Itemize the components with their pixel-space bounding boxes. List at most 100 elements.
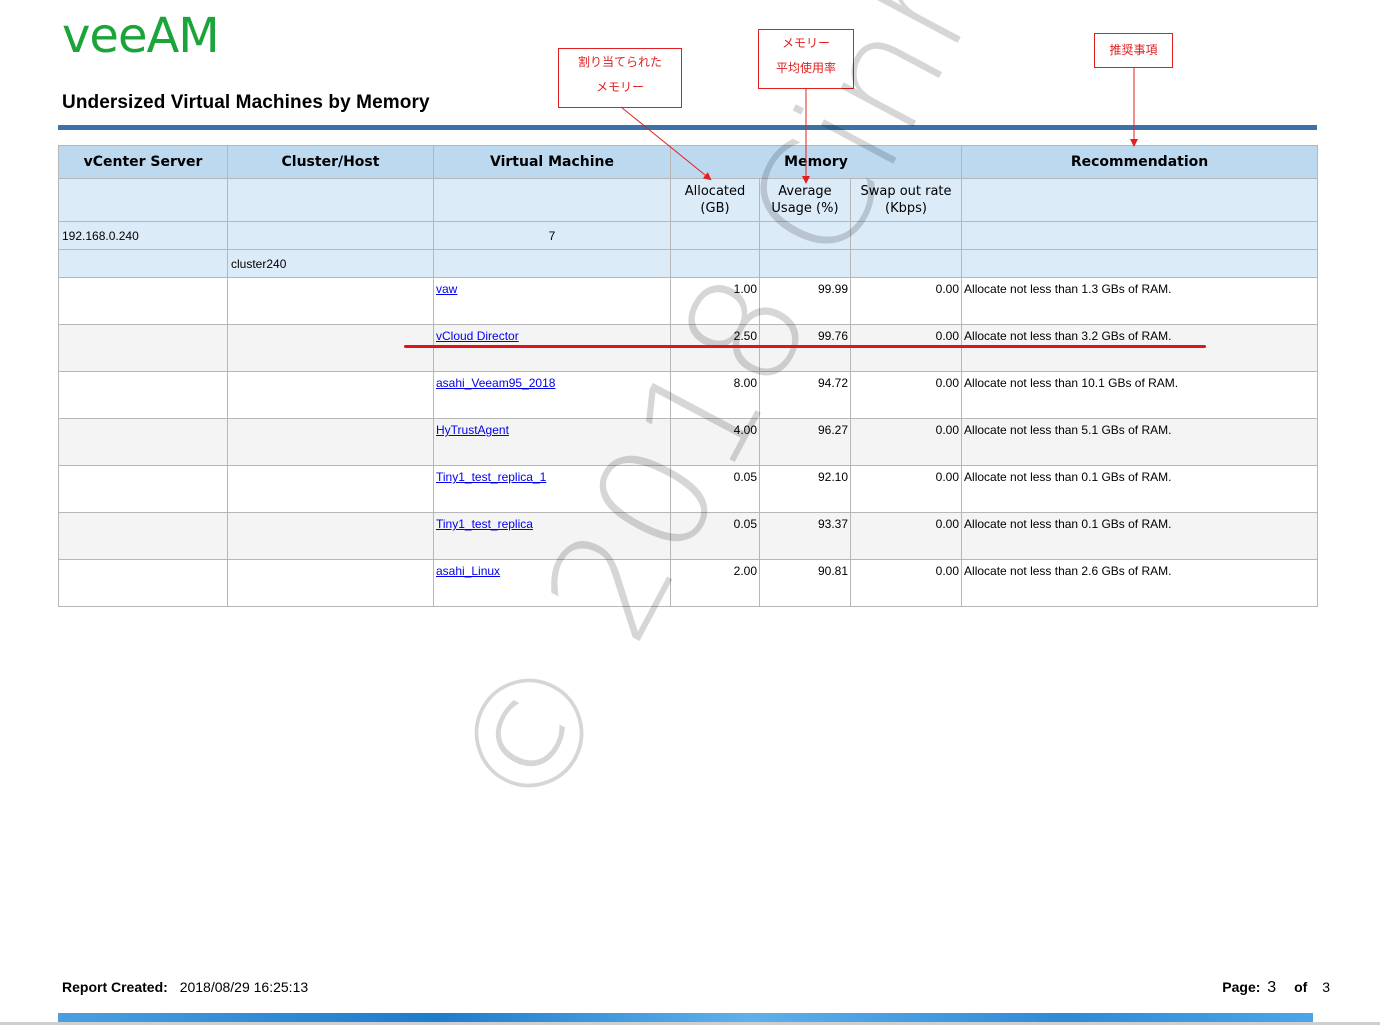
vcenter-group-row: 192.168.0.240 7	[58, 221, 1319, 250]
subheader-usage-line1: Average	[778, 184, 832, 199]
vm-link[interactable]: HyTrustAgent	[436, 423, 509, 437]
callout-allocated: 割り当てられた メモリー	[558, 48, 682, 108]
subheader-allocated: Allocated (GB)	[670, 178, 760, 222]
average-usage: 93.37	[759, 512, 851, 560]
subheader-empty	[58, 178, 228, 222]
average-usage: 92.10	[759, 465, 851, 513]
recommendation: Allocate not less than 10.1 GBs of RAM.	[961, 371, 1319, 419]
empty-cell	[227, 221, 434, 250]
empty-cell	[227, 324, 434, 372]
table-row: vCloud Director 2.50 99.76 0.00 Allocate not…	[58, 324, 1319, 372]
header-cluster-host: Cluster/Host	[227, 145, 434, 179]
allocated-gb: 8.00	[670, 371, 760, 419]
table-header-row: vCenter Server Cluster/Host Virtual Mach…	[58, 145, 1319, 179]
page-current: 3	[1267, 979, 1277, 996]
swap-out-rate: 0.00	[849, 324, 963, 372]
subheader-empty	[961, 178, 1319, 222]
header-recommendation: Recommendation	[961, 145, 1319, 179]
report-created-value: 2018/08/29 16:25:13	[179, 979, 309, 995]
recommendation: Allocate not less than 0.1 GBs of RAM.	[961, 512, 1319, 560]
callout-recommendation: 推奨事項	[1094, 33, 1173, 68]
callout-allocated-line2: メモリー	[595, 80, 644, 94]
average-usage: 90.81	[759, 559, 851, 607]
subheader-allocated-line1: Allocated	[684, 184, 746, 199]
recommendation: Allocate not less than 3.2 GBs of RAM.	[961, 324, 1319, 372]
allocated-gb: 0.05	[670, 465, 760, 513]
swap-out-rate: 0.00	[849, 512, 963, 560]
empty-cell	[961, 221, 1319, 250]
highlight-underline	[404, 345, 1206, 348]
average-usage: 99.76	[759, 324, 851, 372]
empty-cell	[58, 512, 228, 560]
average-usage: 94.72	[759, 371, 851, 419]
empty-cell	[670, 221, 760, 250]
subheader-allocated-line2: (GB)	[700, 201, 730, 216]
empty-cell	[58, 249, 228, 278]
empty-cell	[961, 249, 1319, 278]
callout-allocated-line1: 割り当てられた	[577, 55, 662, 69]
header-vcenter-server: vCenter Server	[58, 145, 228, 179]
vm-name-cell: Tiny1_test_replica_1	[433, 465, 671, 513]
swap-out-rate: 0.00	[849, 418, 963, 466]
table-subheader-row: Allocated (GB) Average Usage (%) Swap ou…	[58, 178, 1319, 222]
empty-cell	[849, 249, 963, 278]
swap-out-rate: 0.00	[849, 277, 963, 325]
empty-cell	[759, 249, 851, 278]
empty-cell	[58, 371, 228, 419]
empty-cell	[759, 221, 851, 250]
veeam-logo-icon: veeAM	[62, 8, 220, 64]
recommendation: Allocate not less than 5.1 GBs of RAM.	[961, 418, 1319, 466]
vm-name-cell: asahi_Veeam95_2018	[433, 371, 671, 419]
vm-link[interactable]: asahi_Veeam95_2018	[436, 376, 555, 390]
title-divider	[58, 125, 1317, 130]
footer-bar	[58, 1013, 1313, 1022]
recommendation: Allocate not less than 2.6 GBs of RAM.	[961, 559, 1319, 607]
table-row: asahi_Veeam95_2018 8.00 94.72 0.00 Allocate …	[58, 371, 1319, 419]
cluster-group-row: cluster240	[58, 249, 1319, 278]
table-row: HyTrustAgent 4.00 96.27 0.00 Allocate not le…	[58, 418, 1319, 466]
empty-cell	[227, 371, 434, 419]
empty-cell	[58, 465, 228, 513]
vm-link[interactable]: asahi_Linux	[436, 564, 500, 578]
recommendation: Allocate not less than 0.1 GBs of RAM.	[961, 465, 1319, 513]
vm-link[interactable]: Tiny1_test_replica	[436, 517, 533, 531]
empty-cell	[227, 418, 434, 466]
veeam-logo-text: veeAM	[62, 14, 219, 56]
vm-link[interactable]: vaw	[436, 282, 457, 296]
subheader-swap-line2: (Kbps)	[885, 201, 927, 216]
allocated-gb: 4.00	[670, 418, 760, 466]
subheader-swap-line1: Swap out rate	[860, 184, 952, 199]
empty-cell	[58, 277, 228, 325]
callout-usage-line2: 平均使用率	[775, 61, 836, 75]
vm-link[interactable]: vCloud Director	[436, 329, 519, 343]
page-indicator: Page: 3 of 3	[1222, 979, 1330, 997]
subheader-usage-line2: Usage (%)	[771, 201, 839, 216]
header-virtual-machine: Virtual Machine	[433, 145, 671, 179]
report-title: Undersized Virtual Machines by Memory	[62, 92, 430, 113]
average-usage: 99.99	[759, 277, 851, 325]
empty-cell	[227, 559, 434, 607]
vm-link[interactable]: Tiny1_test_replica_1	[436, 470, 546, 484]
vm-name-cell: asahi_Linux	[433, 559, 671, 607]
swap-out-rate: 0.00	[849, 465, 963, 513]
vm-name-cell: HyTrustAgent	[433, 418, 671, 466]
empty-cell	[670, 249, 760, 278]
swap-out-rate: 0.00	[849, 371, 963, 419]
table-row: Tiny1_test_replica_1 0.05 92.10 0.00 Allocat…	[58, 465, 1319, 513]
allocated-gb: 0.05	[670, 512, 760, 560]
subheader-average-usage: Average Usage (%)	[759, 178, 851, 222]
vm-name-cell: vaw	[433, 277, 671, 325]
table-row: asahi_Linux 2.00 90.81 0.00 Allocate not les…	[58, 559, 1319, 607]
report-created: Report Created: 2018/08/29 16:25:13	[62, 979, 308, 995]
empty-cell	[227, 512, 434, 560]
empty-cell	[58, 418, 228, 466]
swap-out-rate: 0.00	[849, 559, 963, 607]
allocated-gb: 1.00	[670, 277, 760, 325]
page-total: 3	[1322, 979, 1330, 995]
header-memory: Memory	[669, 145, 963, 179]
subheader-swap-out-rate: Swap out rate (Kbps)	[849, 178, 963, 222]
vm-count: 7	[433, 221, 671, 250]
empty-cell	[433, 249, 671, 278]
subheader-empty	[433, 178, 671, 222]
veeam-logo: veeAM	[62, 8, 272, 64]
